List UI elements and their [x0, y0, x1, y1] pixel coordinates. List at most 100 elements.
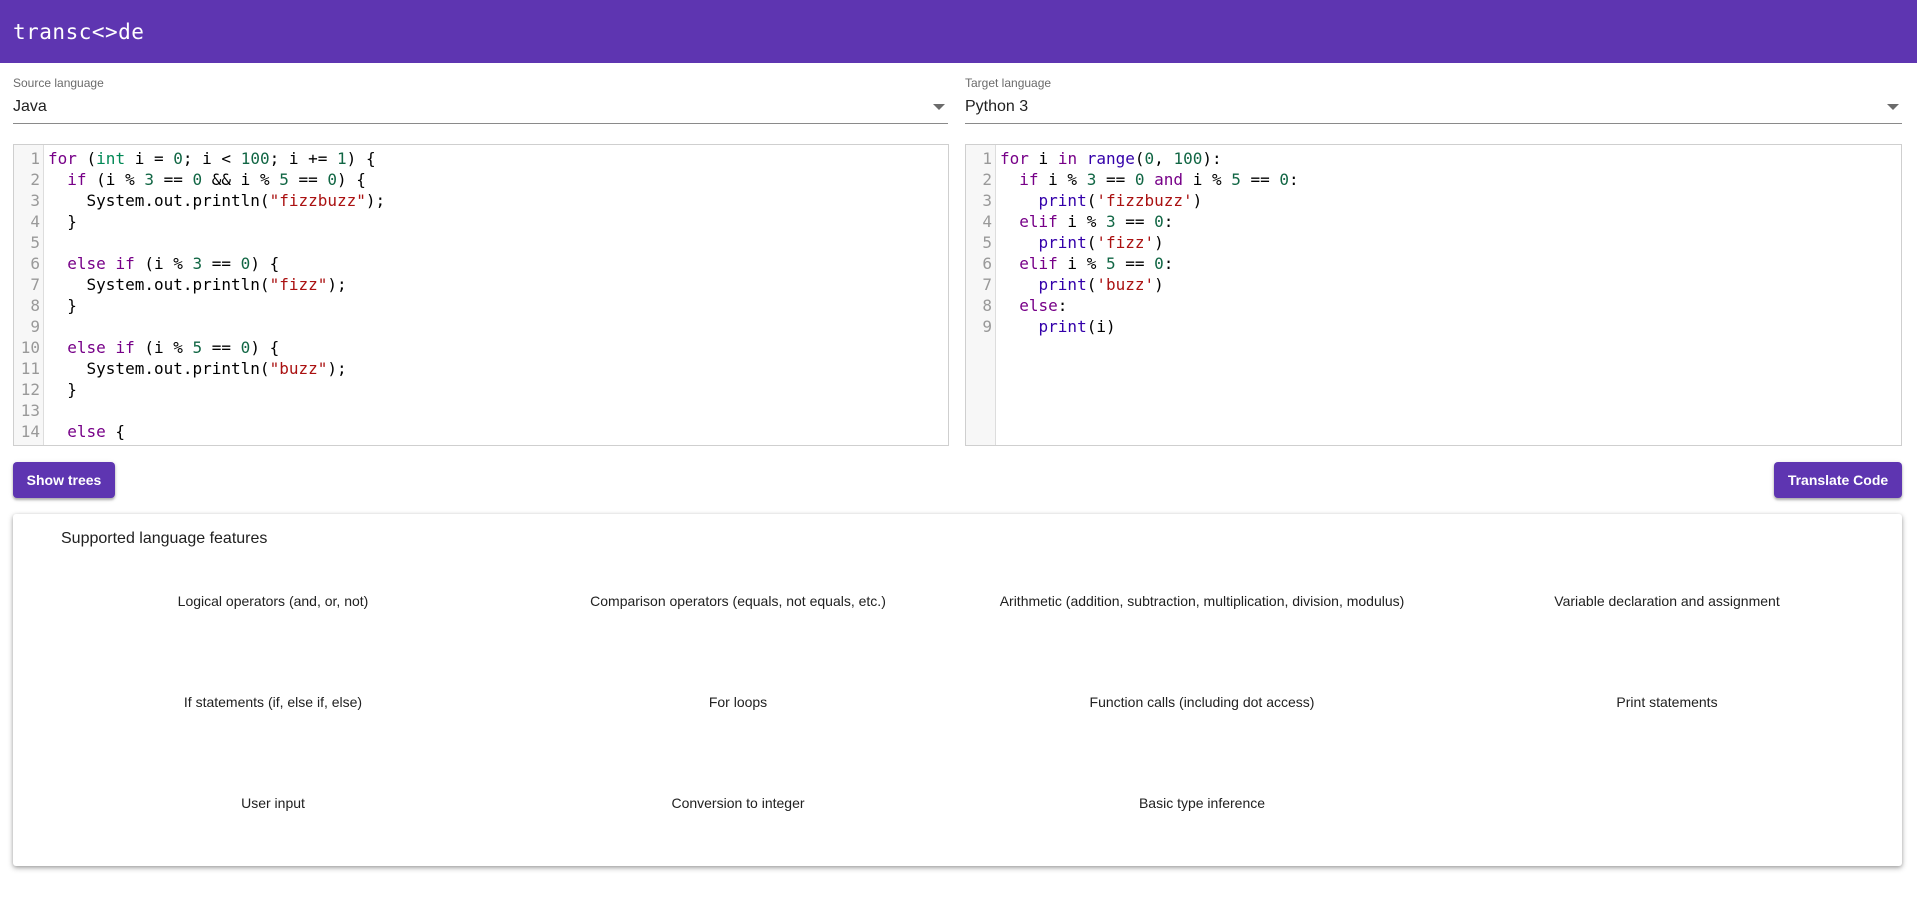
code-token: :: [1057, 296, 1068, 315]
line-number: 2: [982, 170, 992, 189]
code-token: :: [1163, 254, 1174, 273]
code-token: 0: [1279, 170, 1290, 189]
code-line[interactable]: }: [48, 295, 77, 316]
line-number: 5: [982, 233, 992, 252]
code-token: if: [115, 338, 135, 357]
code-line[interactable]: else:: [1000, 295, 1067, 316]
code-token: int: [96, 149, 126, 168]
code-token: if: [1019, 170, 1039, 189]
code-line[interactable]: print(i): [1000, 316, 1116, 337]
code-token: 100: [240, 149, 270, 168]
code-token: }: [48, 296, 77, 315]
feature-item: If statements (if, else if, else): [183, 694, 363, 710]
target-code-editor[interactable]: 1 for i in range(0, 100): 2 if i % 3 == 0 …: [965, 144, 1902, 446]
code-line[interactable]: print('buzz'): [1000, 274, 1164, 295]
target-language-select[interactable]: Target language Python 3: [965, 76, 1902, 124]
code-token: 0: [240, 254, 251, 273]
code-token: 0: [173, 149, 183, 168]
line-number: 7: [30, 275, 40, 294]
code-token: 0: [1134, 170, 1145, 189]
line-number: 4: [982, 212, 992, 231]
code-token: if: [67, 170, 87, 189]
source-code-editor[interactable]: 1 for (int i = 0; i < 100; i += 1) {2 if …: [13, 144, 949, 446]
code-token: range: [1086, 149, 1135, 168]
code-token: 0: [327, 170, 338, 189]
code-line[interactable]: }: [48, 211, 77, 232]
code-token: (: [1086, 275, 1097, 294]
line-number: 11: [20, 359, 40, 378]
features-title: Supported language features: [61, 530, 268, 547]
code-token: 1: [337, 149, 347, 168]
code-line[interactable]: else if (i % 3 == 0) {: [48, 253, 279, 274]
line-number: 1: [30, 149, 40, 168]
code-token: ==: [1240, 170, 1280, 189]
code-line[interactable]: if i % 3 == 0 and i % 5 == 0:: [1000, 169, 1298, 190]
dropdown-arrow-icon[interactable]: [1887, 104, 1899, 110]
code-line[interactable]: System.out.println("fizzbuzz");: [48, 190, 386, 211]
code-token: (: [1134, 149, 1145, 168]
feature-item: User input: [241, 795, 305, 811]
code-token: else: [1019, 296, 1058, 315]
code-line[interactable]: elif i % 3 == 0:: [1000, 211, 1173, 232]
code-line[interactable]: if (i % 3 == 0 && i % 5 == 0) {: [48, 169, 366, 190]
code-line[interactable]: System.out.println("buzz");: [48, 358, 347, 379]
line-number: 14: [20, 422, 40, 441]
code-token: ==: [1096, 170, 1135, 189]
code-token: :: [1163, 212, 1174, 231]
line-number: 3: [30, 191, 40, 210]
code-line[interactable]: else {: [48, 421, 125, 442]
source-language-select[interactable]: Source language Java: [13, 76, 948, 124]
code-line[interactable]: System.out.println("fizz");: [48, 274, 347, 295]
line-number: 6: [30, 254, 40, 273]
code-token: in: [1057, 149, 1078, 168]
target-language-label: Target language: [965, 76, 1052, 90]
line-number: 10: [20, 338, 40, 357]
line-number: 6: [982, 254, 992, 273]
code-token: );: [327, 275, 347, 294]
code-token: ) {: [250, 338, 280, 357]
translate-code-button[interactable]: Translate Code: [1774, 462, 1902, 498]
code-token: System.out.println(: [48, 275, 270, 294]
code-token: elif: [1019, 212, 1058, 231]
code-token: 3: [192, 254, 203, 273]
code-token: ==: [288, 170, 328, 189]
feature-item: Arithmetic (addition, subtraction, multi…: [999, 593, 1405, 609]
code-token: (i): [1086, 317, 1116, 336]
code-line[interactable]: print('fizz'): [1000, 232, 1164, 253]
code-token: for: [48, 149, 77, 168]
code-line[interactable]: elif i % 5 == 0:: [1000, 253, 1173, 274]
line-number: 8: [30, 296, 40, 315]
code-line[interactable]: for (int i = 0; i < 100; i += 1) {: [48, 148, 376, 169]
app-title: transc<>de: [13, 19, 145, 44]
code-line[interactable]: print('fizzbuzz'): [1000, 190, 1203, 211]
code-token: print: [1038, 275, 1087, 294]
code-token: "fizz": [269, 275, 328, 294]
code-line[interactable]: else if (i % 5 == 0) {: [48, 337, 279, 358]
code-token: ):: [1202, 149, 1222, 168]
code-token: System.out.println(: [48, 359, 270, 378]
code-token: }: [48, 380, 77, 399]
code-token: i: [1028, 149, 1058, 168]
code-token: 3: [144, 170, 154, 189]
code-line[interactable]: }: [48, 379, 77, 400]
code-token: print: [1038, 233, 1087, 252]
code-token: if: [115, 254, 135, 273]
code-token: ==: [202, 254, 241, 273]
code-token: 3: [1105, 212, 1116, 231]
code-line[interactable]: for i in range(0, 100):: [1000, 148, 1222, 169]
code-token: 0: [1144, 149, 1155, 168]
code-token: ) {: [337, 170, 366, 189]
code-token: 'fizz': [1096, 233, 1155, 252]
show-trees-button[interactable]: Show trees: [13, 462, 115, 498]
dropdown-arrow-icon[interactable]: [933, 104, 945, 110]
code-token: ==: [1115, 254, 1155, 273]
line-number: 9: [982, 317, 992, 336]
